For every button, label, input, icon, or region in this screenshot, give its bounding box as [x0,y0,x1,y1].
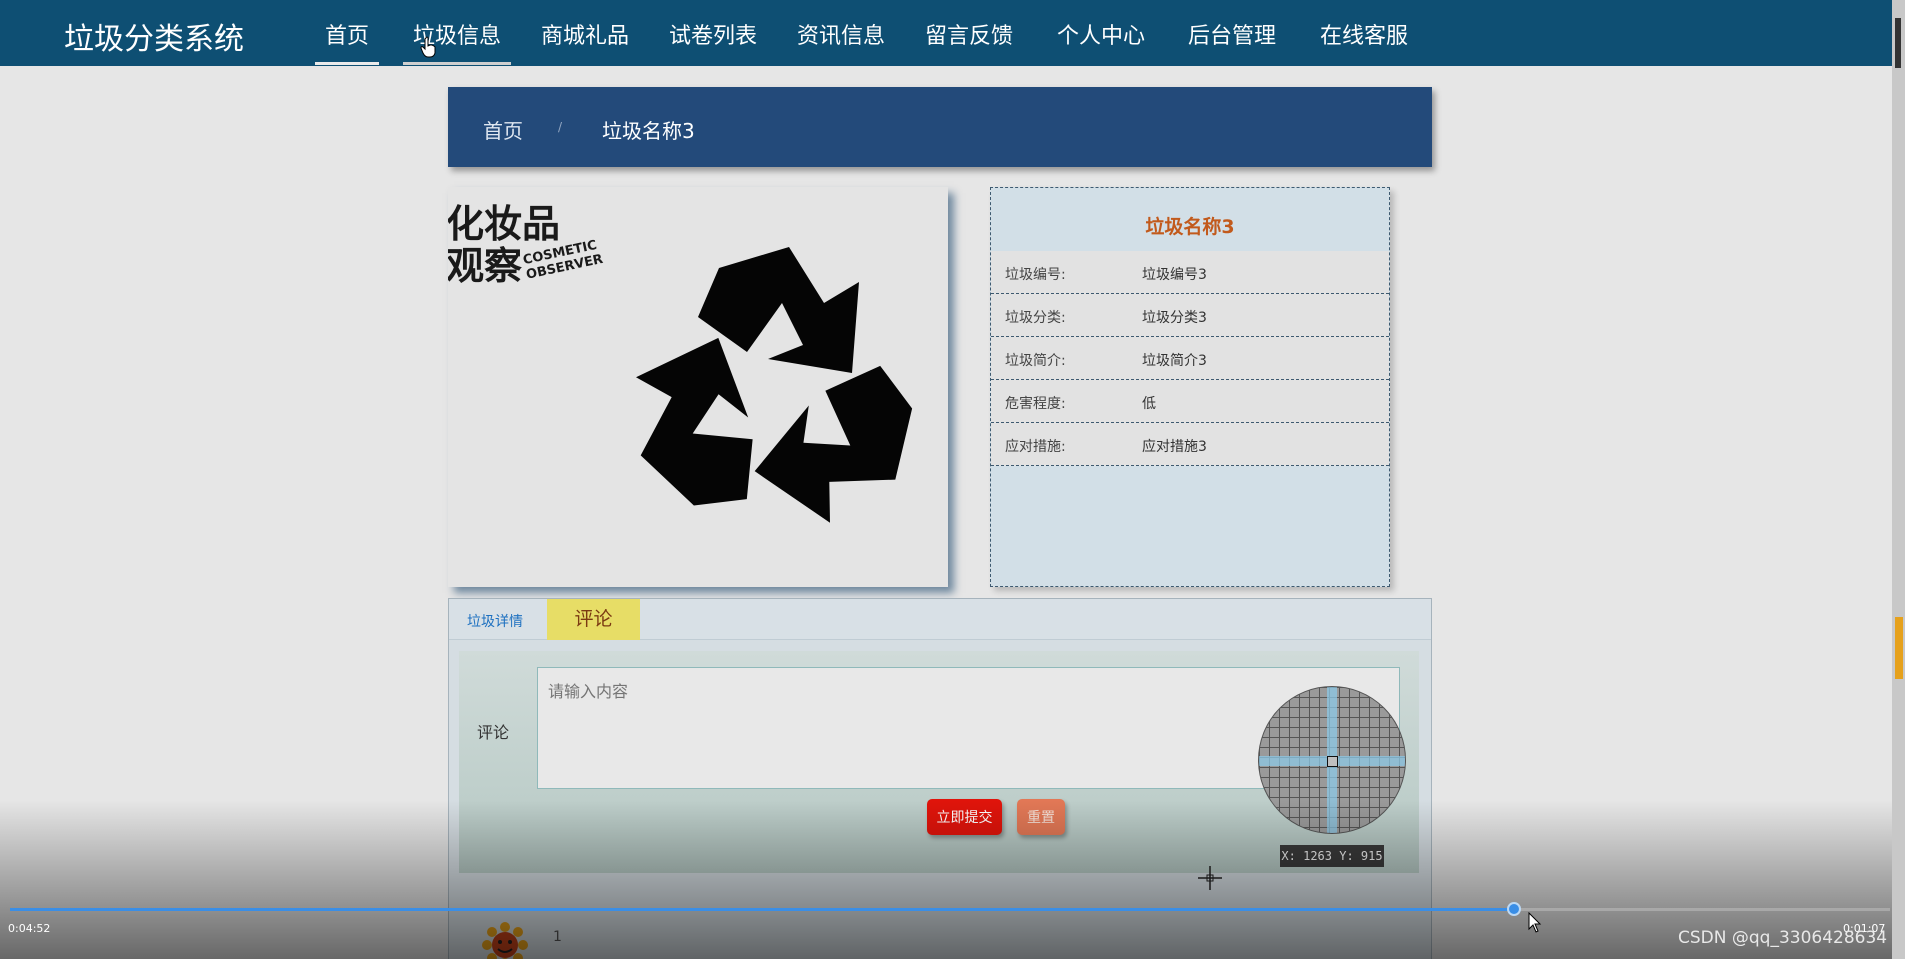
nav-home[interactable]: 首页 [314,18,380,65]
tab-comment[interactable]: 评论 [547,599,640,640]
comment-label: 评论 [477,723,510,742]
progress-fill [10,908,1514,911]
detail-row: 垃圾编号: 垃圾编号3 [991,251,1389,294]
nav-feedback[interactable]: 留言反馈 [925,18,1013,50]
detail-title: 垃圾名称3 [1145,216,1235,238]
nav-news[interactable]: 资讯信息 [797,18,885,50]
progress-handle[interactable] [1507,902,1521,916]
detail-row: 垃圾简介: 垃圾简介3 [991,337,1389,380]
detail-value: 垃圾编号3 [1142,267,1207,283]
sunflower-avatar [482,922,528,959]
progress-bar[interactable] [10,902,1890,916]
detail-label: 应对措施: [1005,439,1066,455]
tab-bar: 垃圾详情 评论 [449,599,1431,640]
recycle-icon [636,247,913,523]
current-time: 0:04:52 [8,922,51,935]
comment-text: 1 [553,929,562,945]
detail-value: 应对措施3 [1142,439,1207,455]
nav-exam-list[interactable]: 试卷列表 [669,18,757,50]
nav-personal-center[interactable]: 个人中心 [1057,18,1145,50]
tab-garbage-detail[interactable]: 垃圾详情 [461,599,529,640]
detail-label: 垃圾分类: [1005,310,1066,326]
csdn-watermark: CSDN @qq_3306428634 [1678,928,1888,948]
top-navbar: 垃圾分类系统 首页 垃圾信息 商城礼品 试卷列表 资讯信息 留言反馈 个人中心 … [0,0,1905,66]
detail-row: 垃圾分类: 垃圾分类3 [991,294,1389,337]
breadcrumb-home[interactable]: 首页 [483,115,523,144]
breadcrumb-separator: / [558,120,563,134]
reset-button[interactable]: 重置 [1017,799,1065,835]
nav-gift-shop[interactable]: 商城礼品 [541,18,629,50]
magnifier-lens [1258,686,1406,834]
crosshair-cursor-icon [1198,866,1222,890]
site-brand[interactable]: 垃圾分类系统 [64,14,244,58]
hand-cursor-icon [420,36,436,58]
detail-label: 垃圾简介: [1005,353,1066,369]
breadcrumb: 首页 / 垃圾名称3 [448,87,1432,167]
magnifier-center-icon [1327,756,1338,767]
detail-label: 垃圾编号: [1005,267,1066,283]
detail-value: 垃圾分类3 [1142,310,1207,326]
detail-value: 垃圾简介3 [1142,353,1207,369]
side-scrollbar[interactable] [1892,0,1905,959]
breadcrumb-current: 垃圾名称3 [602,119,695,143]
nav-admin[interactable]: 后台管理 [1188,18,1276,50]
garbage-detail-card: 垃圾名称3 垃圾编号: 垃圾编号3 垃圾分类: 垃圾分类3 垃圾简介: 垃圾简介… [990,187,1390,587]
detail-value: 低 [1142,396,1156,412]
submit-button[interactable]: 立即提交 [927,799,1002,835]
arrow-cursor-icon [1528,912,1542,933]
garbage-image: 化妆品 观察 COSMETIC OBSERVER [448,187,948,587]
coordinate-readout: X: 1263 Y: 915 [1280,845,1384,867]
detail-row: 危害程度: 低 [991,380,1389,423]
detail-row: 应对措施: 应对措施3 [991,423,1389,466]
detail-label: 危害程度: [1005,396,1066,412]
nav-customer-service[interactable]: 在线客服 [1320,18,1408,50]
